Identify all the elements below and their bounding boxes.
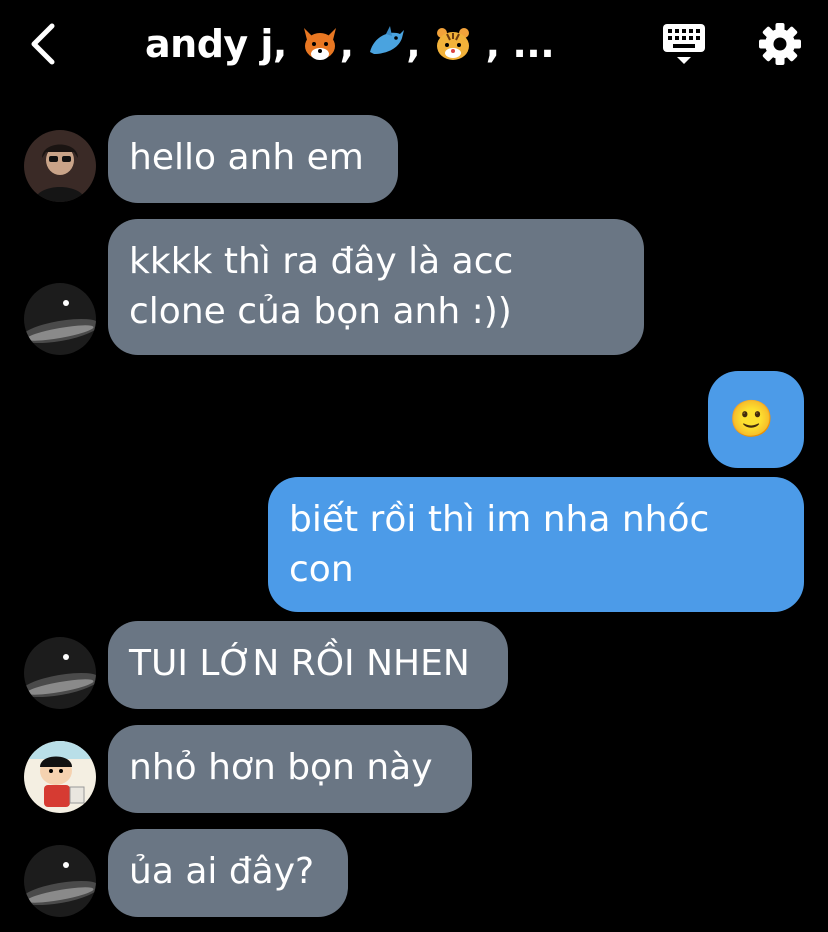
- title-ellipsis: ...: [512, 22, 555, 66]
- message-bubble[interactable]: 🙂: [708, 371, 804, 468]
- dolphin-emoji-icon: [370, 25, 405, 54]
- message-bubble[interactable]: hello anh em: [108, 115, 398, 203]
- message-bubble[interactable]: ủa ai đây?: [108, 829, 348, 917]
- gear-icon[interactable]: [756, 20, 804, 68]
- chat-header: andy j, , , , ...: [0, 0, 828, 92]
- message-bubble[interactable]: biết rồi thì im nha nhóc con: [268, 477, 804, 612]
- keyboard-icon[interactable]: [660, 20, 708, 68]
- title-separator: ,: [406, 22, 433, 66]
- fox-emoji-icon: [303, 27, 336, 60]
- avatar[interactable]: [24, 130, 96, 202]
- avatar[interactable]: [24, 845, 96, 917]
- message-bubble[interactable]: nhỏ hơn bọn này: [108, 725, 472, 813]
- message-bubble[interactable]: TUI LỚN RỒI NHEN: [108, 621, 508, 709]
- title-name: andy j,: [145, 22, 300, 66]
- avatar[interactable]: [24, 741, 96, 813]
- tiger-emoji-icon: [436, 27, 469, 60]
- avatar[interactable]: [24, 283, 96, 355]
- avatar[interactable]: [24, 637, 96, 709]
- message-bubble[interactable]: kkkk thì ra đây là acc clone của bọn anh…: [108, 219, 644, 355]
- conversation-title[interactable]: andy j, , , , ...: [145, 18, 555, 70]
- title-separator: ,: [472, 22, 513, 66]
- back-arrow-icon[interactable]: [22, 18, 70, 70]
- title-separator: ,: [339, 22, 367, 66]
